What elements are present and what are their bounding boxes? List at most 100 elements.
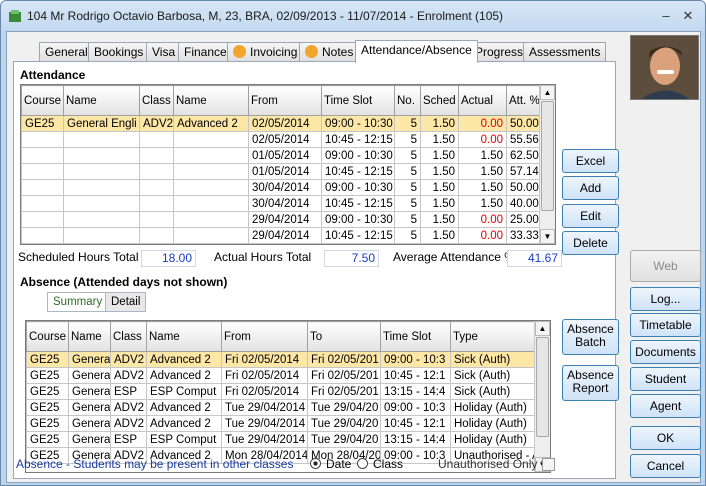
table-row[interactable]: GE25 Genera ADV2 Advanced 2 Tue 29/04/2014 Tu… xyxy=(26,399,537,416)
column-header[interactable]: Class xyxy=(110,321,147,352)
column-header[interactable]: Course xyxy=(26,321,69,352)
table-row[interactable]: 29/04/2014 09:00 - 10:30 5 1.50 0.00 25.00 xyxy=(21,211,542,228)
absence-grid[interactable]: Course Name Class Name From To Time Slot Type G… xyxy=(25,320,551,473)
table-row[interactable]: 02/05/2014 10:45 - 12:15 5 1.50 0.00 55.56 xyxy=(21,131,542,148)
edit-button[interactable]: Edit xyxy=(562,204,619,228)
column-header[interactable]: Actual xyxy=(458,85,507,116)
table-cell: 5 xyxy=(394,195,421,212)
table-cell: 62.50 xyxy=(506,147,542,164)
column-header[interactable]: Name xyxy=(63,85,140,116)
unauthorised-only-checkbox[interactable] xyxy=(542,458,555,471)
table-cell xyxy=(139,243,174,244)
tab-bookings[interactable]: Bookings xyxy=(88,42,150,62)
radio-date[interactable]: Date xyxy=(310,457,351,471)
tab-visa[interactable]: Visa xyxy=(146,42,182,62)
scroll-down-icon[interactable]: ▼ xyxy=(540,229,555,244)
table-row[interactable]: GE25 Genera ADV2 Advanced 2 Fri 02/05/2014 Fr… xyxy=(26,367,537,384)
table-row[interactable]: 01/05/2014 10:45 - 12:15 5 1.50 1.50 57.14 xyxy=(21,163,542,180)
subtab-summary[interactable]: Summary xyxy=(47,292,109,312)
attendance-grid[interactable]: Course Name Class Name From Time Slot No. Sched… xyxy=(20,84,556,245)
tab-finance[interactable]: Finance xyxy=(178,42,233,62)
table-cell: Fri 02/05/201 xyxy=(307,383,381,400)
tab-general[interactable]: General xyxy=(39,42,94,62)
scroll-up-icon[interactable]: ▲ xyxy=(540,85,555,100)
table-cell: Genera xyxy=(68,383,111,400)
title-bar[interactable]: 104 Mr Rodrigo Octavio Barbosa, M, 23, B… xyxy=(1,1,705,31)
student-button[interactable]: Student xyxy=(630,367,701,391)
table-row[interactable]: 01/05/2014 09:00 - 10:30 5 1.50 1.50 62.50 xyxy=(21,147,542,164)
table-row[interactable]: 30/04/2014 10:45 - 12:15 5 1.50 1.50 40.00 xyxy=(21,195,542,212)
column-header[interactable]: To xyxy=(307,321,381,352)
column-header[interactable]: Att. % Class xyxy=(506,85,542,116)
table-cell: Holiday (Auth) xyxy=(450,399,537,416)
column-header[interactable]: Time Slot xyxy=(380,321,451,352)
absence-report-button[interactable]: Absence Report xyxy=(562,365,619,401)
log-button[interactable]: Log... xyxy=(630,287,701,311)
column-header[interactable]: Name xyxy=(68,321,111,352)
attendance-absence-panel: Attendance Course Name Class Name From Time S… xyxy=(13,61,616,479)
table-row[interactable]: GE25 Genera ESP ESP Comput Tue 29/04/2014 Tue… xyxy=(26,431,537,448)
tab-invoicing[interactable]: Invoicing xyxy=(227,42,304,62)
close-button[interactable]: ✕ xyxy=(677,7,699,25)
ok-button[interactable]: OK xyxy=(630,426,701,450)
student-photo xyxy=(630,35,699,100)
column-header[interactable]: Course xyxy=(21,85,64,116)
table-row[interactable]: GE25 General Engli ADV2 Advanced 2 02/05/201… xyxy=(21,115,542,132)
tab-assessments[interactable]: Assessments xyxy=(523,42,607,62)
table-cell: 30/04/2014 xyxy=(248,179,322,196)
tab-progress[interactable]: Progress xyxy=(469,42,530,62)
table-row[interactable]: 30/04/2014 09:00 - 10:30 5 1.50 1.50 50.00 xyxy=(21,179,542,196)
column-header[interactable]: Class xyxy=(139,85,174,116)
table-row[interactable]: GE25 Genera ESP ESP Comput Fri 02/05/2014 Fri… xyxy=(26,383,537,400)
unauthorised-only-label: Unauthorised Only ? xyxy=(438,457,548,471)
timetable-button[interactable]: Timetable xyxy=(630,313,701,337)
column-header[interactable]: No. xyxy=(394,85,421,116)
tab-label: Invoicing xyxy=(250,45,298,59)
column-header[interactable]: Name xyxy=(173,85,249,116)
table-cell: Sick (Auth) xyxy=(450,367,537,384)
table-cell xyxy=(139,211,174,228)
column-header[interactable]: Name xyxy=(146,321,222,352)
column-header[interactable]: From xyxy=(221,321,308,352)
subtab-detail[interactable]: Detail xyxy=(105,292,147,312)
table-row[interactable]: 28/04/201409:00 - 10:3051.501.5050.00 xyxy=(21,243,542,244)
absence-batch-button[interactable]: Absence Batch xyxy=(562,319,619,355)
agent-button[interactable]: Agent xyxy=(630,394,701,418)
table-cell xyxy=(139,179,174,196)
table-cell xyxy=(21,163,64,180)
table-cell: Tue 29/04/2014 xyxy=(221,399,308,416)
table-cell: 09:00 - 10:30 xyxy=(321,211,395,228)
table-row[interactable]: 29/04/2014 10:45 - 12:15 5 1.50 0.00 33.33 xyxy=(21,227,542,244)
scroll-thumb[interactable] xyxy=(536,337,549,437)
delete-button[interactable]: Delete xyxy=(562,231,619,255)
column-header[interactable]: Sched xyxy=(420,85,459,116)
button-label: Absence Report xyxy=(567,368,614,395)
documents-button[interactable]: Documents xyxy=(630,340,701,364)
scroll-thumb[interactable] xyxy=(541,101,554,211)
column-header[interactable]: From xyxy=(248,85,322,116)
tab-notes[interactable]: Notes xyxy=(299,42,360,62)
absence-heading: Absence (Attended days not shown) xyxy=(20,275,228,289)
table-row[interactable]: GE25 Genera ADV2 Advanced 2 Fri 02/05/2014 Fr… xyxy=(26,351,537,368)
absence-scrollbar[interactable]: ▲ ▼ xyxy=(534,321,550,472)
table-cell: Genera xyxy=(68,367,111,384)
cancel-button[interactable]: Cancel xyxy=(630,454,701,478)
radio-empty-icon xyxy=(357,458,368,469)
scroll-up-icon[interactable]: ▲ xyxy=(535,321,550,336)
column-header[interactable]: Type xyxy=(450,321,537,352)
table-cell: 10:45 - 12:15 xyxy=(321,131,395,148)
radio-class[interactable]: Class xyxy=(357,457,403,471)
table-cell: 10:45 - 12:15 xyxy=(321,195,395,212)
table-cell: 30/04/2014 xyxy=(248,195,322,212)
add-button[interactable]: Add xyxy=(562,176,619,200)
table-cell: Advanced 2 xyxy=(146,367,222,384)
table-row[interactable]: GE25 Genera ADV2 Advanced 2 Tue 29/04/2014 Tu… xyxy=(26,415,537,432)
invoicing-icon xyxy=(233,45,246,58)
column-header[interactable]: Time Slot xyxy=(321,85,395,116)
tab-attendance-absence[interactable]: Attendance/Absence xyxy=(355,40,478,63)
table-cell: Genera xyxy=(68,399,111,416)
minimize-button[interactable]: – xyxy=(655,7,677,25)
attendance-scrollbar[interactable]: ▲ ▼ xyxy=(539,85,555,244)
web-booking-button[interactable]: Web Booking xyxy=(630,250,701,303)
excel-button[interactable]: Excel xyxy=(562,149,619,173)
